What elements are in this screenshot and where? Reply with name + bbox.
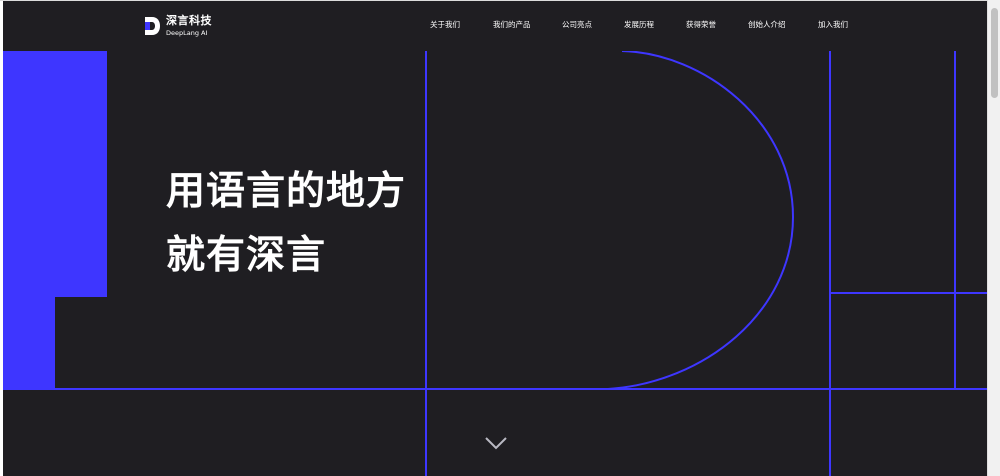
scrollbar-thumb[interactable]: [991, 8, 998, 98]
top-nav-bar: 深言科技 DeepLang AI 关于我们 我们的产品 公司亮点 发展历程 获得…: [3, 1, 988, 51]
hero-arc: [607, 51, 795, 390]
nav-item-about[interactable]: 关于我们: [430, 20, 460, 30]
hero-graphic: [3, 51, 988, 476]
hero-blue-block: [3, 51, 107, 389]
page: 用语言的地方 就有深言 深言科技 DeepLang AI 关于我们 我们的产品 …: [0, 0, 1000, 476]
page-scrollbar[interactable]: [987, 0, 1000, 476]
nav-item-honors[interactable]: 获得荣誉: [686, 20, 716, 30]
nav-item-history[interactable]: 发展历程: [624, 20, 654, 30]
chevron-down-icon[interactable]: [484, 434, 508, 452]
window-edge: [0, 0, 3, 476]
nav-item-highlights[interactable]: 公司亮点: [562, 20, 592, 30]
hero-title-line2: 就有深言: [166, 233, 327, 278]
nav-item-join[interactable]: 加入我们: [818, 20, 848, 30]
hero-title-line1: 用语言的地方: [166, 169, 407, 214]
nav-item-founders[interactable]: 创始人介绍: [748, 20, 786, 30]
nav-item-products[interactable]: 我们的产品: [493, 20, 531, 30]
main-nav: 关于我们 我们的产品 公司亮点 发展历程 获得荣誉 创始人介绍 加入我们: [3, 20, 988, 34]
window-top-edge: [0, 0, 1000, 1]
